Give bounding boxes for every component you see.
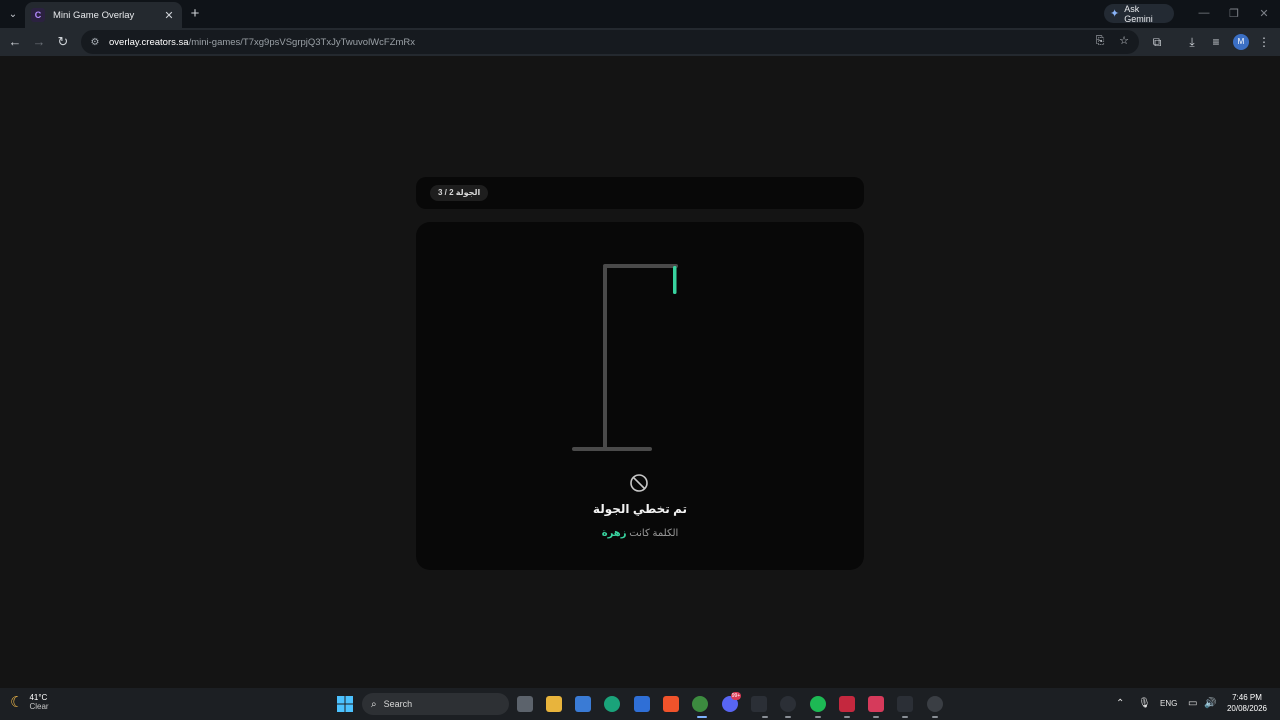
microsoft-store-icon[interactable] (575, 696, 591, 712)
volume-icon[interactable]: 🔊 (1204, 698, 1216, 709)
extensions-puzzle-icon[interactable]: ⧉ (1149, 34, 1165, 50)
app-running-indicator (932, 716, 938, 718)
steam-icon[interactable] (780, 696, 796, 712)
clock-time: 7:46 PM (1232, 693, 1262, 702)
translate-icon[interactable]: ⎘ (1093, 34, 1107, 48)
tab-mini-game-overlay[interactable]: C Mini Game Overlay ✕ (25, 2, 182, 28)
minimize-icon[interactable]: — (1197, 7, 1211, 19)
app-running-indicator (785, 716, 791, 718)
close-window-icon[interactable]: ✕ (1257, 7, 1271, 20)
gallows-beam (603, 264, 678, 268)
game-launcher-icon[interactable] (839, 696, 855, 712)
skip-forbidden-icon (630, 474, 648, 492)
downloads-icon[interactable]: ⤓ (1184, 34, 1200, 50)
browser-menu-icon[interactable]: ⋮ (1256, 34, 1272, 50)
tab-search-chevron-icon[interactable]: ⌄ (4, 5, 22, 23)
round-header-bar: الجولة 2 / 3 (416, 177, 864, 209)
app-running-indicator (873, 716, 879, 718)
app-running-indicator (815, 716, 821, 718)
forward-arrow-icon[interactable]: → (30, 33, 48, 51)
spotify-icon[interactable] (810, 696, 826, 712)
obs-app-icon[interactable] (927, 696, 943, 712)
g-hub-icon[interactable] (751, 696, 767, 712)
tab-close-icon[interactable]: ✕ (162, 9, 176, 22)
tab-strip: ⌄ C Mini Game Overlay ✕ + ✦ Ask Gemini —… (0, 0, 1280, 28)
creators-favicon-icon: C (31, 8, 45, 22)
profile-avatar[interactable]: M (1233, 34, 1249, 50)
ask-gemini-button[interactable]: ✦ Ask Gemini (1104, 3, 1174, 24)
discord-unread-badge: 99+ (731, 692, 741, 700)
brave-browser-icon[interactable] (663, 696, 679, 712)
round-skipped-title: تم تخطي الجولة (592, 502, 688, 516)
gallows-rope (673, 266, 677, 294)
url-host: overlay.creators.sa (109, 36, 189, 48)
maximize-icon[interactable]: ❐ (1227, 7, 1241, 20)
chrome-active-indicator (697, 716, 707, 718)
network-monitor-icon[interactable]: ▭ (1188, 698, 1197, 709)
valorant-icon[interactable] (868, 696, 884, 712)
calendar-app-icon[interactable] (634, 696, 650, 712)
weather-condition: Clear (29, 702, 49, 711)
system-clock[interactable]: 7:46 PM 20/08/2026 (1222, 693, 1272, 713)
file-explorer-icon[interactable] (546, 696, 562, 712)
revealed-word-line: الكلمة كانت زهرة (416, 528, 864, 539)
address-bar[interactable]: ⚙ overlay.creators.sa/mini-games/T7xg9ps… (81, 30, 1139, 54)
browser-toolbar: ← → ↻ ⚙ overlay.creators.sa/mini-games/T… (0, 28, 1280, 56)
tray-overflow-chevron-icon[interactable]: ⌃ (1116, 698, 1124, 709)
revealed-word-prefix: الكلمة كانت (629, 528, 679, 539)
input-language-indicator[interactable]: ENG (1160, 699, 1177, 708)
overlay-app-icon[interactable] (897, 696, 913, 712)
gemini-sparkle-icon: ✦ (1110, 8, 1120, 20)
moon-weather-icon: ☾ (10, 694, 24, 711)
reload-icon[interactable]: ↻ (54, 33, 72, 51)
search-icon: ⌕ (371, 698, 377, 710)
url-path: /mini-games/T7xg9psVSgrpjQ3TxJyTwuvolWcF… (188, 36, 416, 48)
task-view-icon[interactable] (517, 696, 533, 712)
back-arrow-icon[interactable]: ← (6, 33, 24, 51)
weather-widget[interactable]: ☾ 41°C Clear (10, 693, 49, 711)
windows-taskbar: ☾ 41°C Clear ⌕ Search 99+ ⌃ 🎙 ENG ▭ 🔊 7:… (0, 688, 1280, 720)
gallows-base (572, 447, 652, 451)
chrome-browser-icon[interactable] (692, 696, 708, 712)
round-counter-badge: الجولة 2 / 3 (430, 185, 489, 201)
site-info-icon[interactable]: ⚙ (89, 36, 101, 48)
revealed-word: زهرة (601, 528, 627, 539)
hangman-game-card: تم تخطي الجولة الكلمة كانت زهرة (416, 222, 864, 570)
bookmark-star-icon[interactable]: ☆ (1117, 34, 1131, 48)
page-viewport: الجولة 2 / 3 تم تخطي الجولة الكلمة كانت … (0, 56, 1280, 688)
edge-browser-icon[interactable] (604, 696, 620, 712)
tab-title: Mini Game Overlay (53, 9, 135, 21)
taskbar-search[interactable]: ⌕ Search (362, 693, 509, 715)
app-running-indicator (902, 716, 908, 718)
weather-temperature: 41°C (29, 693, 48, 702)
new-tab-button[interactable]: + (188, 5, 202, 23)
microphone-icon[interactable]: 🎙 (1138, 698, 1151, 709)
gallows-drawing (572, 264, 678, 451)
app-running-indicator (762, 716, 768, 718)
windows-start-icon[interactable] (337, 696, 353, 712)
clock-date: 20/08/2026 (1226, 704, 1268, 713)
gallows-pole (603, 266, 607, 451)
app-running-indicator (844, 716, 850, 718)
media-queue-icon[interactable]: ≡ (1208, 34, 1224, 50)
ask-gemini-label: Ask Gemini (1124, 3, 1153, 24)
taskbar-search-label: Search (383, 699, 413, 709)
